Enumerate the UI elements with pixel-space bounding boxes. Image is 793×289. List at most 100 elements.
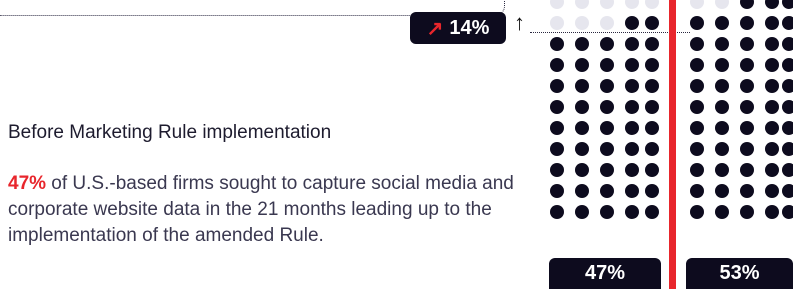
dot (550, 205, 564, 219)
dot (715, 184, 729, 198)
dot (690, 100, 704, 114)
dot (740, 0, 754, 9)
after-percent-label: 53% (686, 258, 793, 289)
dot (575, 121, 589, 135)
dot (645, 163, 659, 177)
dot (715, 37, 729, 51)
dot (645, 0, 659, 9)
dot (550, 37, 564, 51)
dot (765, 58, 779, 72)
dot (600, 163, 614, 177)
dot (575, 205, 589, 219)
dot (740, 121, 754, 135)
dot (715, 58, 729, 72)
divider-bar (669, 0, 676, 289)
dot (575, 79, 589, 93)
dot (550, 142, 564, 156)
dot (575, 184, 589, 198)
dot (782, 205, 793, 219)
dot (645, 184, 659, 198)
dot (550, 100, 564, 114)
dot (715, 205, 729, 219)
dot (740, 16, 754, 30)
dot (600, 0, 614, 9)
dot (782, 163, 793, 177)
dot (782, 16, 793, 30)
dot (645, 205, 659, 219)
dot (575, 0, 589, 9)
dot (765, 121, 779, 135)
dot (690, 37, 704, 51)
dot (600, 205, 614, 219)
dot (715, 163, 729, 177)
dot (645, 58, 659, 72)
dot (645, 142, 659, 156)
dot (600, 16, 614, 30)
dot (625, 79, 639, 93)
dot (625, 121, 639, 135)
dot (765, 0, 779, 9)
dot (690, 79, 704, 93)
dot (715, 142, 729, 156)
dot (600, 184, 614, 198)
dot (740, 58, 754, 72)
dot (740, 37, 754, 51)
dot (600, 142, 614, 156)
dot (575, 58, 589, 72)
dot (625, 142, 639, 156)
dot (690, 142, 704, 156)
dot (550, 58, 564, 72)
dot (550, 79, 564, 93)
dot (600, 121, 614, 135)
dot (625, 205, 639, 219)
dot (715, 16, 729, 30)
dot (782, 37, 793, 51)
dot (715, 0, 729, 9)
dot (690, 0, 704, 9)
dot (740, 79, 754, 93)
dot (690, 205, 704, 219)
dot (625, 16, 639, 30)
dot (765, 205, 779, 219)
dot (740, 205, 754, 219)
dot (575, 100, 589, 114)
dot (765, 142, 779, 156)
dot (740, 100, 754, 114)
dot (690, 163, 704, 177)
dot (575, 37, 589, 51)
dot (625, 184, 639, 198)
dot (625, 0, 639, 9)
before-percent-label: 47% (549, 258, 661, 289)
dot (765, 163, 779, 177)
dot (575, 16, 589, 30)
dot (645, 100, 659, 114)
dot (550, 184, 564, 198)
dot (550, 121, 564, 135)
dot (765, 37, 779, 51)
dot (550, 163, 564, 177)
dot (765, 184, 779, 198)
dot (645, 16, 659, 30)
dot (740, 163, 754, 177)
dot (782, 100, 793, 114)
dot (600, 79, 614, 93)
dot (715, 79, 729, 93)
dot (600, 37, 614, 51)
dot (690, 16, 704, 30)
dot (782, 79, 793, 93)
dot (600, 58, 614, 72)
dot (782, 121, 793, 135)
dot (645, 121, 659, 135)
dot (715, 121, 729, 135)
dot (715, 100, 729, 114)
dot (690, 121, 704, 135)
dot (575, 163, 589, 177)
dot (550, 0, 564, 9)
dot (782, 142, 793, 156)
dot (740, 184, 754, 198)
dot (765, 100, 779, 114)
dot (740, 142, 754, 156)
dot (645, 79, 659, 93)
dot (690, 184, 704, 198)
dot (550, 16, 564, 30)
